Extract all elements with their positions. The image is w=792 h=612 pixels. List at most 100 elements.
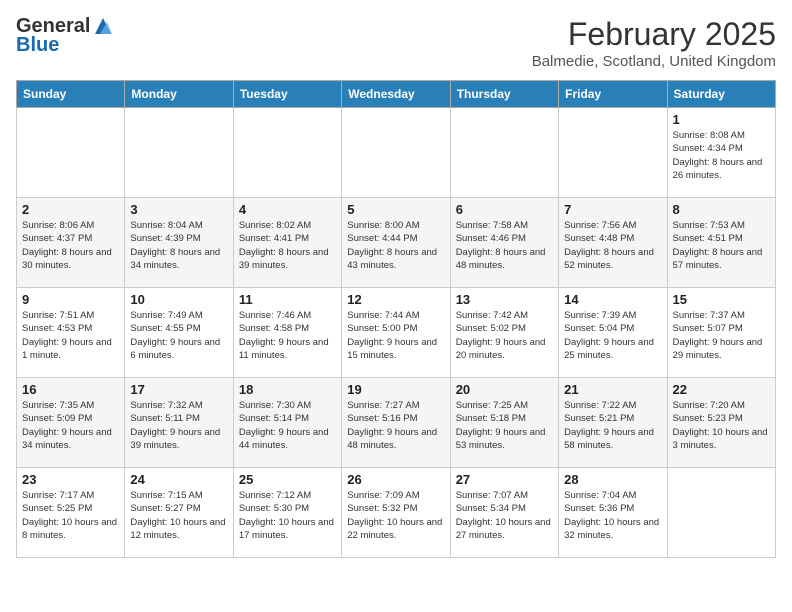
calendar-header-row: SundayMondayTuesdayWednesdayThursdayFrid…	[17, 81, 776, 108]
day-info: Sunrise: 7:30 AM Sunset: 5:14 PM Dayligh…	[239, 399, 336, 452]
page-header: General Blue February 2025 Balmedie, Sco…	[16, 16, 776, 70]
day-info: Sunrise: 7:56 AM Sunset: 4:48 PM Dayligh…	[564, 219, 661, 272]
day-info: Sunrise: 8:02 AM Sunset: 4:41 PM Dayligh…	[239, 219, 336, 272]
calendar-cell: 21Sunrise: 7:22 AM Sunset: 5:21 PM Dayli…	[559, 378, 667, 468]
day-info: Sunrise: 7:17 AM Sunset: 5:25 PM Dayligh…	[22, 489, 119, 542]
day-number: 12	[347, 292, 444, 307]
calendar-week-row: 23 Sunrise: 7:17 AM Sunset: 5:25 PM Dayli…	[17, 468, 776, 558]
column-header-thursday: Thursday	[450, 81, 558, 108]
day-number: 3	[130, 202, 227, 217]
day-info: Sunrise: 7:58 AM Sunset: 4:46 PM Dayligh…	[456, 219, 553, 272]
calendar-cell: 28 Sunrise: 7:04 AM Sunset: 5:36 PM Dayli…	[559, 468, 667, 558]
calendar-cell: 8Sunrise: 7:53 AM Sunset: 4:51 PM Daylig…	[667, 198, 775, 288]
calendar-cell	[559, 108, 667, 198]
logo-blue-text: Blue	[16, 34, 59, 57]
day-info: Sunrise: 7:46 AM Sunset: 4:58 PM Dayligh…	[239, 309, 336, 362]
calendar-week-row: 1Sunrise: 8:08 AM Sunset: 4:34 PM Daylig…	[17, 108, 776, 198]
title-block: February 2025 Balmedie, Scotland, United…	[532, 16, 776, 70]
calendar-cell: 15 Sunrise: 7:37 AM Sunset: 5:07 PM Dayli…	[667, 288, 775, 378]
calendar-cell: 17 Sunrise: 7:32 AM Sunset: 5:11 PM Dayli…	[125, 378, 233, 468]
day-info: Sunrise: 7:39 AM Sunset: 5:04 PM Dayligh…	[564, 309, 661, 362]
calendar-cell: 9 Sunrise: 7:51 AM Sunset: 4:53 PM Daylig…	[17, 288, 125, 378]
location-title: Balmedie, Scotland, United Kingdom	[532, 53, 776, 70]
day-number: 15	[673, 292, 770, 307]
calendar-cell: 22 Sunrise: 7:20 AM Sunset: 5:23 PM Dayli…	[667, 378, 775, 468]
day-number: 28	[564, 472, 661, 487]
calendar-cell: 23 Sunrise: 7:17 AM Sunset: 5:25 PM Dayli…	[17, 468, 125, 558]
day-info: Sunrise: 7:04 AM Sunset: 5:36 PM Dayligh…	[564, 489, 661, 542]
calendar-cell: 11 Sunrise: 7:46 AM Sunset: 4:58 PM Dayli…	[233, 288, 341, 378]
calendar-cell: 19 Sunrise: 7:27 AM Sunset: 5:16 PM Dayli…	[342, 378, 450, 468]
day-number: 27	[456, 472, 553, 487]
column-header-saturday: Saturday	[667, 81, 775, 108]
calendar-cell: 4 Sunrise: 8:02 AM Sunset: 4:41 PM Daylig…	[233, 198, 341, 288]
column-header-sunday: Sunday	[17, 81, 125, 108]
day-number: 19	[347, 382, 444, 397]
calendar-cell: 3 Sunrise: 8:04 AM Sunset: 4:39 PM Daylig…	[125, 198, 233, 288]
calendar-cell: 18 Sunrise: 7:30 AM Sunset: 5:14 PM Dayli…	[233, 378, 341, 468]
calendar-cell: 20 Sunrise: 7:25 AM Sunset: 5:18 PM Dayli…	[450, 378, 558, 468]
calendar-cell: 25Sunrise: 7:12 AM Sunset: 5:30 PM Dayli…	[233, 468, 341, 558]
calendar-cell	[125, 108, 233, 198]
day-info: Sunrise: 7:25 AM Sunset: 5:18 PM Dayligh…	[456, 399, 553, 452]
calendar-cell: 6 Sunrise: 7:58 AM Sunset: 4:46 PM Daylig…	[450, 198, 558, 288]
column-header-friday: Friday	[559, 81, 667, 108]
day-number: 7	[564, 202, 661, 217]
calendar-cell: 27 Sunrise: 7:07 AM Sunset: 5:34 PM Dayli…	[450, 468, 558, 558]
day-number: 17	[130, 382, 227, 397]
day-info: Sunrise: 7:32 AM Sunset: 5:11 PM Dayligh…	[130, 399, 227, 452]
calendar-cell	[233, 108, 341, 198]
calendar-cell: 10 Sunrise: 7:49 AM Sunset: 4:55 PM Dayli…	[125, 288, 233, 378]
day-info: Sunrise: 7:27 AM Sunset: 5:16 PM Dayligh…	[347, 399, 444, 452]
day-number: 16	[22, 382, 119, 397]
day-info: Sunrise: 7:22 AM Sunset: 5:21 PM Dayligh…	[564, 399, 661, 452]
day-number: 8	[673, 202, 770, 217]
day-number: 2	[22, 202, 119, 217]
day-number: 18	[239, 382, 336, 397]
calendar-cell	[667, 468, 775, 558]
calendar-week-row: 9 Sunrise: 7:51 AM Sunset: 4:53 PM Daylig…	[17, 288, 776, 378]
day-info: Sunrise: 7:20 AM Sunset: 5:23 PM Dayligh…	[673, 399, 770, 452]
day-info: Sunrise: 7:51 AM Sunset: 4:53 PM Dayligh…	[22, 309, 119, 362]
calendar-cell: 7 Sunrise: 7:56 AM Sunset: 4:48 PM Daylig…	[559, 198, 667, 288]
calendar-cell	[342, 108, 450, 198]
day-info: Sunrise: 7:49 AM Sunset: 4:55 PM Dayligh…	[130, 309, 227, 362]
day-number: 9	[22, 292, 119, 307]
calendar-cell	[17, 108, 125, 198]
day-info: Sunrise: 7:44 AM Sunset: 5:00 PM Dayligh…	[347, 309, 444, 362]
month-title: February 2025	[532, 16, 776, 53]
day-info: Sunrise: 7:35 AM Sunset: 5:09 PM Dayligh…	[22, 399, 119, 452]
day-number: 4	[239, 202, 336, 217]
calendar-week-row: 16 Sunrise: 7:35 AM Sunset: 5:09 PM Dayli…	[17, 378, 776, 468]
day-number: 24	[130, 472, 227, 487]
calendar-cell: 5Sunrise: 8:00 AM Sunset: 4:44 PM Daylig…	[342, 198, 450, 288]
day-info: Sunrise: 7:37 AM Sunset: 5:07 PM Dayligh…	[673, 309, 770, 362]
day-number: 14	[564, 292, 661, 307]
calendar-cell: 13Sunrise: 7:42 AM Sunset: 5:02 PM Dayli…	[450, 288, 558, 378]
column-header-wednesday: Wednesday	[342, 81, 450, 108]
calendar-week-row: 2 Sunrise: 8:06 AM Sunset: 4:37 PM Daylig…	[17, 198, 776, 288]
calendar-cell	[450, 108, 558, 198]
calendar-cell: 1Sunrise: 8:08 AM Sunset: 4:34 PM Daylig…	[667, 108, 775, 198]
day-number: 25	[239, 472, 336, 487]
calendar-cell: 2 Sunrise: 8:06 AM Sunset: 4:37 PM Daylig…	[17, 198, 125, 288]
column-header-tuesday: Tuesday	[233, 81, 341, 108]
day-number: 11	[239, 292, 336, 307]
calendar-table: SundayMondayTuesdayWednesdayThursdayFrid…	[16, 80, 776, 558]
logo-triangle-icon	[92, 16, 114, 36]
day-info: Sunrise: 8:06 AM Sunset: 4:37 PM Dayligh…	[22, 219, 119, 272]
day-info: Sunrise: 7:42 AM Sunset: 5:02 PM Dayligh…	[456, 309, 553, 362]
day-number: 6	[456, 202, 553, 217]
day-info: Sunrise: 7:09 AM Sunset: 5:32 PM Dayligh…	[347, 489, 444, 542]
day-number: 10	[130, 292, 227, 307]
day-info: Sunrise: 8:08 AM Sunset: 4:34 PM Dayligh…	[673, 129, 770, 182]
logo-general-text: General	[16, 16, 90, 36]
day-number: 23	[22, 472, 119, 487]
day-info: Sunrise: 7:07 AM Sunset: 5:34 PM Dayligh…	[456, 489, 553, 542]
day-info: Sunrise: 7:15 AM Sunset: 5:27 PM Dayligh…	[130, 489, 227, 542]
day-number: 20	[456, 382, 553, 397]
day-number: 22	[673, 382, 770, 397]
day-info: Sunrise: 8:04 AM Sunset: 4:39 PM Dayligh…	[130, 219, 227, 272]
calendar-cell: 16 Sunrise: 7:35 AM Sunset: 5:09 PM Dayli…	[17, 378, 125, 468]
logo: General Blue	[16, 16, 114, 57]
